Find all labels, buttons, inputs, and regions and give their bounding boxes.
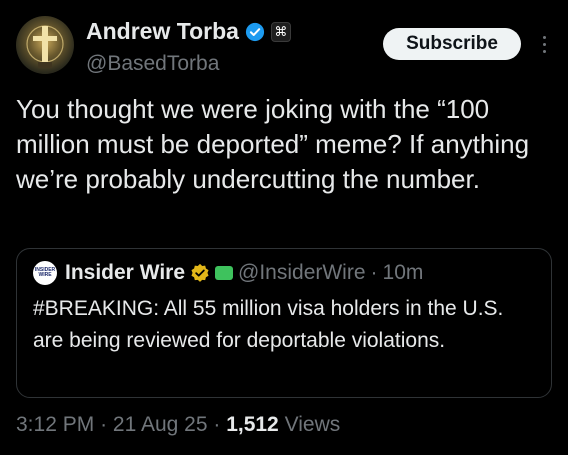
tweet-text: You thought we were joking with the “100… [16, 94, 530, 194]
views-label: Views [284, 413, 341, 436]
quoted-author-display-name: Insider Wire [65, 261, 186, 284]
tweet: Andrew Torba ⌘ @BasedTorba Subscribe You… [0, 0, 568, 455]
quoted-time-separator: · [370, 261, 378, 284]
quoted-timestamp: 10m [382, 261, 424, 284]
quoted-affiliate-badge-icon [215, 266, 234, 280]
views-count: 1,512 [226, 413, 279, 436]
quoted-tweet[interactable]: INSIDER WIRE Insider Wire @InsiderWire ·… [16, 248, 552, 398]
author-avatar[interactable] [16, 16, 74, 74]
gold-verified-badge-icon [191, 263, 209, 282]
meta-separator: · [100, 413, 108, 436]
tweet-meta: 3:12 PM · 21 Aug 25 · 1,512 Views [16, 413, 340, 437]
quoted-tweet-header: INSIDER WIRE Insider Wire @InsiderWire ·… [33, 261, 423, 285]
author-handle[interactable]: @BasedTorba [86, 52, 219, 76]
quoted-author-handle: @InsiderWire [238, 261, 366, 284]
tweet-date[interactable]: 21 Aug 25 [113, 413, 208, 436]
subscribe-button[interactable]: Subscribe [383, 28, 521, 60]
quoted-tweet-text: #BREAKING: All 55 million visa holders i… [33, 297, 504, 352]
author-display-name[interactable]: Andrew Torba [86, 18, 239, 45]
affiliate-badge-icon: ⌘ [270, 21, 291, 42]
cross-emblem-icon [26, 25, 64, 68]
meta-separator: · [213, 413, 221, 436]
quoted-author-avatar: INSIDER WIRE [33, 261, 57, 285]
tweet-time[interactable]: 3:12 PM [16, 413, 94, 436]
verified-badge-icon [245, 22, 265, 41]
author-name-row: Andrew Torba ⌘ [86, 18, 291, 45]
more-options-icon[interactable] [537, 30, 551, 58]
